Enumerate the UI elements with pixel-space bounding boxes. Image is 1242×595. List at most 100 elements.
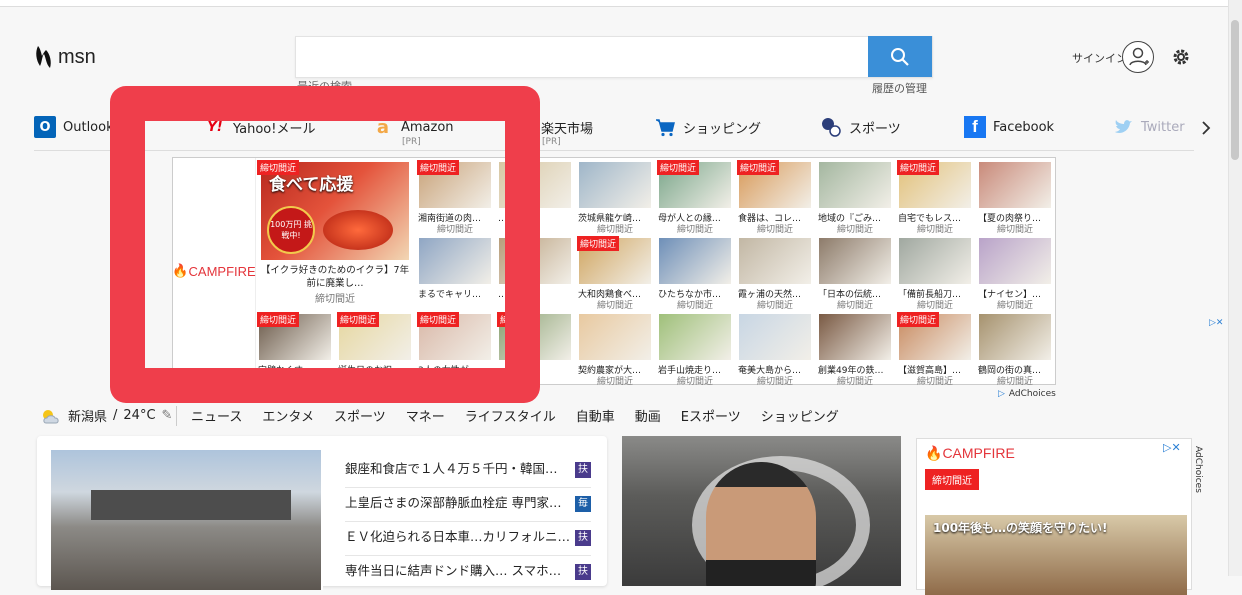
- ad-item-deadline: 締切間近: [676, 225, 713, 235]
- source-badge: 毎: [575, 496, 591, 512]
- ad-item[interactable]: 締切間近 大和肉鶏食べ… 締切間近: [577, 236, 653, 311]
- nav-item-esports[interactable]: Eスポーツ: [681, 406, 741, 426]
- adchoices-vertical-label[interactable]: AdChoices: [1193, 446, 1203, 493]
- source-badge: 扶: [575, 462, 591, 478]
- quicklink-label: 楽天市場: [541, 121, 594, 137]
- ad-item-deadline: 締切間近: [676, 377, 713, 387]
- ad-item-deadline: 締切間近: [916, 377, 953, 387]
- quicklink-label: Outlook: [63, 119, 114, 135]
- nav-item-entertainment[interactable]: エンタメ: [262, 406, 314, 426]
- deadline-tag: 締切間近: [897, 160, 940, 175]
- ad-item[interactable]: 鶴岡の街の真… 締切間近: [977, 312, 1053, 387]
- scrollbar-thumb[interactable]: [1231, 20, 1239, 160]
- pencil-icon[interactable]: ✎: [162, 408, 173, 423]
- ad-item[interactable]: 契約農家が大… 締切間近: [577, 312, 653, 387]
- partly-cloudy-icon: [43, 409, 59, 423]
- search-button[interactable]: [868, 36, 932, 77]
- photo-story-card[interactable]: [622, 436, 901, 586]
- nav-item-money[interactable]: マネー: [406, 406, 445, 426]
- highlight-frame: [110, 86, 540, 403]
- ad-item[interactable]: 締切間近 【滋賀高島】… 締切間近: [897, 312, 973, 387]
- ad-item-deadline: 締切間近: [996, 301, 1033, 311]
- ad-item[interactable]: 締切間近 自宅でもレス… 締切間近: [897, 160, 973, 235]
- weather-widget[interactable]: 新潟県 / 24°C ✎: [40, 406, 172, 425]
- chevron-right-icon[interactable]: [1200, 120, 1212, 136]
- ad-item-deadline: 締切間近: [996, 377, 1033, 387]
- side-ad[interactable]: 🔥CAMPFIRE 締切間近 ▷✕ 100年後も…の笑顔を守りたい!: [916, 438, 1192, 595]
- cart-icon: [656, 119, 675, 137]
- logo-text: msn: [58, 45, 96, 68]
- adchoices-link[interactable]: ▷ AdChoices: [998, 389, 1056, 399]
- ad-item[interactable]: 茨城県龍ケ崎… 締切間近: [577, 160, 653, 235]
- search-input[interactable]: [295, 36, 933, 78]
- quicklink-label: ショッピング: [683, 121, 762, 137]
- ad-item-deadline: 締切間近: [596, 301, 633, 311]
- deadline-tag: 締切間近: [897, 312, 940, 327]
- ad-item-image: [579, 314, 651, 360]
- nav-item-autos[interactable]: 自動車: [576, 406, 615, 426]
- ad-item-deadline: 締切間近: [676, 301, 713, 311]
- ad-item[interactable]: 岩手山焼走り… 締切間近: [657, 312, 733, 387]
- ad-item[interactable]: 締切間近 母が人との縁… 締切間近: [657, 160, 733, 235]
- quicklink-sports[interactable]: スポーツ: [820, 116, 901, 138]
- person-icon: [1129, 47, 1149, 66]
- nav-item-shopping[interactable]: ショッピング: [761, 406, 839, 426]
- side-ad-banner-text: 100年後も…の笑顔を守りたい!: [933, 521, 1108, 535]
- facebook-icon: f: [964, 116, 986, 138]
- ad-item[interactable]: 奄美大島から… 締切間近: [737, 312, 813, 387]
- gear-icon[interactable]: [1171, 47, 1191, 67]
- quicklink-label: Facebook: [993, 119, 1055, 135]
- nav-item-video[interactable]: 動画: [635, 406, 661, 426]
- history-manage-link[interactable]: 履歴の管理: [872, 80, 927, 96]
- ad-item-deadline: 締切間近: [836, 301, 873, 311]
- adchoices-triangle-icon[interactable]: ▷✕: [1209, 318, 1223, 328]
- weather-temp: 24°C: [123, 408, 156, 423]
- image-divider: [321, 450, 323, 590]
- news-headline[interactable]: 銀座和食店で１人４万５千円・韓国… 扶: [345, 454, 591, 488]
- weather-location: 新潟県: [68, 410, 108, 425]
- browser-top-edge: [0, 0, 1242, 7]
- quicklink-facebook[interactable]: f Facebook: [964, 116, 1054, 138]
- ad-item-image: [979, 162, 1051, 208]
- ad-item[interactable]: 創業49年の鉄… 締切間近: [817, 312, 893, 387]
- nav-item-news[interactable]: ニュース: [191, 406, 242, 426]
- ad-item-deadline: 締切間近: [596, 377, 633, 387]
- ad-item-image: [819, 162, 891, 208]
- signin-link[interactable]: サインイン: [1072, 50, 1127, 66]
- ad-item[interactable]: 「備前長船刀… 締切間近: [897, 236, 973, 311]
- building-canopy: [91, 490, 291, 520]
- pr-label: [PR]: [542, 137, 561, 147]
- quicklink-shopping[interactable]: ショッピング: [654, 116, 761, 138]
- nav-item-sports[interactable]: スポーツ: [334, 406, 386, 426]
- quicklink-twitter[interactable]: Twitter: [1112, 116, 1185, 138]
- ad-item[interactable]: 霞ヶ浦の天然… 締切間近: [737, 236, 813, 311]
- ad-item[interactable]: 【夏の肉祭り… 締切間近: [977, 160, 1053, 235]
- headline-text: 銀座和食店で１人４万５千円・韓国…: [345, 461, 558, 476]
- ad-item-image: [659, 314, 731, 360]
- deadline-tag: 締切間近: [657, 160, 700, 175]
- news-headline[interactable]: 専件当日に結声ドンド購入… スマホ… 扶: [345, 556, 591, 589]
- ad-item-image: [739, 314, 811, 360]
- news-list: 銀座和食店で１人４万５千円・韓国… 扶 上皇后さまの深部静脈血栓症 専門家… 毎…: [345, 454, 591, 589]
- weather-separator: /: [113, 408, 118, 423]
- ad-item[interactable]: 「日本の伝統… 締切間近: [817, 236, 893, 311]
- avatar[interactable]: [1122, 41, 1154, 73]
- adchoices-label: AdChoices: [1008, 389, 1056, 399]
- msn-logo[interactable]: msn: [34, 44, 96, 70]
- ad-item-image: [979, 238, 1051, 284]
- ad-item-deadline: 締切間近: [756, 225, 793, 235]
- nav-item-lifestyle[interactable]: ライフスタイル: [465, 406, 556, 426]
- deadline-tag: 締切間近: [737, 160, 780, 175]
- news-headline[interactable]: 上皇后さまの深部静脈血栓症 専門家… 毎: [345, 488, 591, 522]
- side-ad-brand-label: CAMPFIRE: [942, 445, 1015, 461]
- adchoices-triangle-icon[interactable]: ▷✕: [1163, 441, 1181, 454]
- quicklink-outlook[interactable]: O Outlook: [34, 116, 114, 138]
- news-image[interactable]: [51, 450, 323, 590]
- ad-item[interactable]: ひたちなか市… 締切間近: [657, 236, 733, 311]
- ad-item-deadline: 締切間近: [996, 225, 1033, 235]
- ad-item[interactable]: 【ナイセン】… 締切間近: [977, 236, 1053, 311]
- ad-item-deadline: 締切間近: [836, 377, 873, 387]
- ad-item[interactable]: 締切間近 食器は、コレ… 締切間近: [737, 160, 813, 235]
- ad-item[interactable]: 地域の『ごみ… 締切間近: [817, 160, 893, 235]
- news-headline[interactable]: ＥＶ化迫られる日本車…カリフォルニ… 扶: [345, 522, 591, 556]
